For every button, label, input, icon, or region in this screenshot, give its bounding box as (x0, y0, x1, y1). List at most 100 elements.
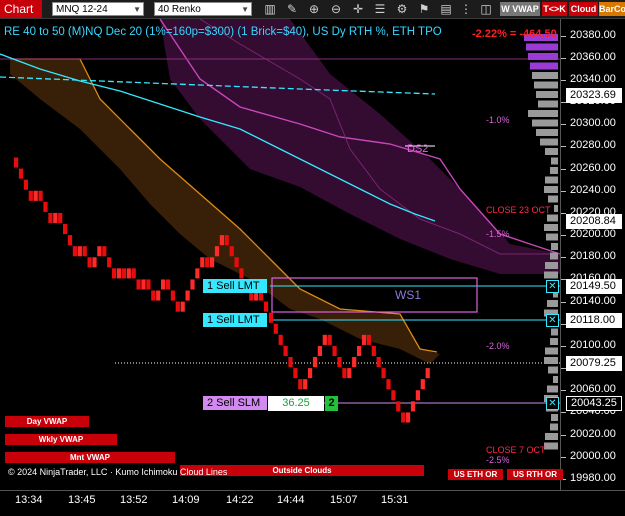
wkly-vwap-button[interactable]: Wkly VWAP (5, 434, 117, 445)
volume-profile-bar (545, 176, 558, 184)
renko-brick (102, 246, 107, 257)
order-sell-lmt-1[interactable]: 1 Sell LMT (203, 279, 267, 293)
bar-type-selector[interactable]: 40 Renko ▼ (154, 2, 252, 16)
price-tick-label: 20200.00 (570, 228, 616, 241)
price-tag-20208: 20208.84 (566, 214, 622, 229)
renko-brick (97, 246, 102, 257)
price-tick-mark (561, 168, 566, 170)
volume-profile-bar (526, 43, 558, 51)
price-tick-label: 20280.00 (570, 139, 616, 152)
crosshair-icon[interactable]: ✛ (350, 1, 366, 17)
renko-brick (67, 235, 73, 246)
order-sell-slm[interactable]: 2 Sell SLM (203, 396, 267, 410)
renko-brick (239, 268, 244, 279)
time-label: 13:34 (15, 494, 43, 506)
day-vwap-button[interactable]: Day VWAP (5, 416, 89, 427)
renko-brick (327, 334, 332, 345)
renko-brick (53, 212, 58, 224)
mnt-vwap-button[interactable]: Mnt VWAP (5, 452, 175, 463)
renko-brick (72, 246, 77, 257)
zoom-out-icon[interactable]: ⊖ (328, 1, 344, 17)
tk-toggle-button[interactable]: T<>K (542, 2, 567, 16)
cancel-order-icon[interactable]: ✕ (546, 397, 559, 410)
us-eth-or-button[interactable]: US ETH OR (448, 469, 503, 480)
instrument-selector[interactable]: MNQ 12-24 ▼ (52, 2, 144, 16)
time-label: 13:45 (68, 494, 96, 506)
renko-brick (87, 257, 92, 268)
price-tick-mark (561, 390, 566, 392)
volume-profile (524, 34, 558, 450)
renko-brick (415, 390, 420, 401)
cancel-order-icon[interactable]: ✕ (546, 280, 559, 293)
renko-brick (263, 301, 269, 312)
us-rth-or-button[interactable]: US RTH OR (507, 469, 563, 480)
price-tick-mark (561, 146, 566, 148)
renko-brick (391, 390, 396, 401)
time-label: 14:44 (277, 494, 305, 506)
order-sell-lmt-2[interactable]: 1 Sell LMT (203, 313, 267, 327)
volume-profile-bar (528, 53, 558, 60)
volume-profile-bar (544, 186, 558, 193)
data-box-icon[interactable]: ◫ (478, 1, 494, 17)
chevron-down-icon: ▼ (241, 5, 249, 14)
renko-brick (361, 334, 367, 345)
renko-brick (283, 345, 288, 357)
renko-brick (425, 368, 430, 379)
pct-level-label: -2.0% (486, 341, 510, 351)
bar-style-icon[interactable]: ▥ (262, 1, 278, 17)
renko-brick (200, 257, 205, 268)
chart-trader-icon[interactable]: ⋮ (458, 1, 474, 17)
volume-profile-bar (536, 129, 558, 136)
position-qty[interactable]: 2 (325, 396, 338, 411)
volume-profile-bar (545, 347, 558, 355)
renko-brick (92, 257, 97, 268)
price-tick-mark (561, 434, 566, 436)
position-price: 36.25 (268, 396, 324, 411)
barcolor-button[interactable]: BarCo (599, 2, 625, 16)
ws1-label: WS1 (395, 288, 422, 302)
renko-brick (224, 235, 229, 246)
renko-brick (175, 301, 180, 312)
indicators-icon[interactable]: ⚑ (416, 1, 432, 17)
copyright-text: © 2024 NinjaTrader, LLC · Kumo Ichimoku … (8, 467, 228, 477)
hand-icon[interactable]: ☰ (372, 1, 388, 17)
renko-brick (23, 179, 28, 190)
pct-level-label: -1.5% (486, 229, 510, 239)
renko-brick (312, 357, 318, 368)
price-tick-mark (561, 57, 566, 59)
price-tick-mark (561, 235, 566, 237)
renko-brick (293, 368, 298, 379)
templates-icon[interactable]: ▤ (438, 1, 454, 17)
volume-profile-bar (545, 262, 558, 269)
w-vwap-button[interactable]: W VWAP (500, 2, 540, 16)
properties-icon[interactable]: ⚙ (394, 1, 410, 17)
renko-brick (28, 190, 33, 201)
chart-tab[interactable]: Chart (0, 0, 42, 18)
renko-brick (332, 345, 337, 357)
volume-profile-bar (551, 243, 558, 250)
price-tag-20079: 20079.25 (566, 356, 622, 371)
cloud-button[interactable]: Cloud (569, 2, 598, 16)
renko-brick (131, 268, 136, 279)
renko-brick (273, 323, 278, 334)
time-label: 15:07 (330, 494, 358, 506)
volume-profile-bar (547, 214, 558, 222)
volume-profile-bar (540, 138, 558, 146)
renko-brick (406, 412, 411, 423)
renko-brick (410, 401, 416, 412)
price-tick-label: 20380.00 (570, 28, 616, 41)
price-tick-label: 20300.00 (570, 117, 616, 130)
renko-brick (268, 312, 273, 323)
renko-brick (156, 290, 161, 301)
renko-brick (357, 345, 362, 357)
volume-profile-bar (544, 442, 558, 450)
zoom-in-icon[interactable]: ⊕ (306, 1, 322, 17)
price-tick-label: 20100.00 (570, 338, 616, 351)
renko-brick (136, 279, 141, 290)
renko-brick (420, 379, 425, 390)
volume-profile-bar (550, 167, 558, 174)
renko-brick (121, 268, 126, 279)
draw-tools-icon[interactable]: ✎ (284, 1, 300, 17)
cancel-order-icon[interactable]: ✕ (546, 314, 559, 327)
chart-title: RE 40 to 50 (M)NQ Dec 20 (1%=160p=$300) … (4, 26, 442, 38)
